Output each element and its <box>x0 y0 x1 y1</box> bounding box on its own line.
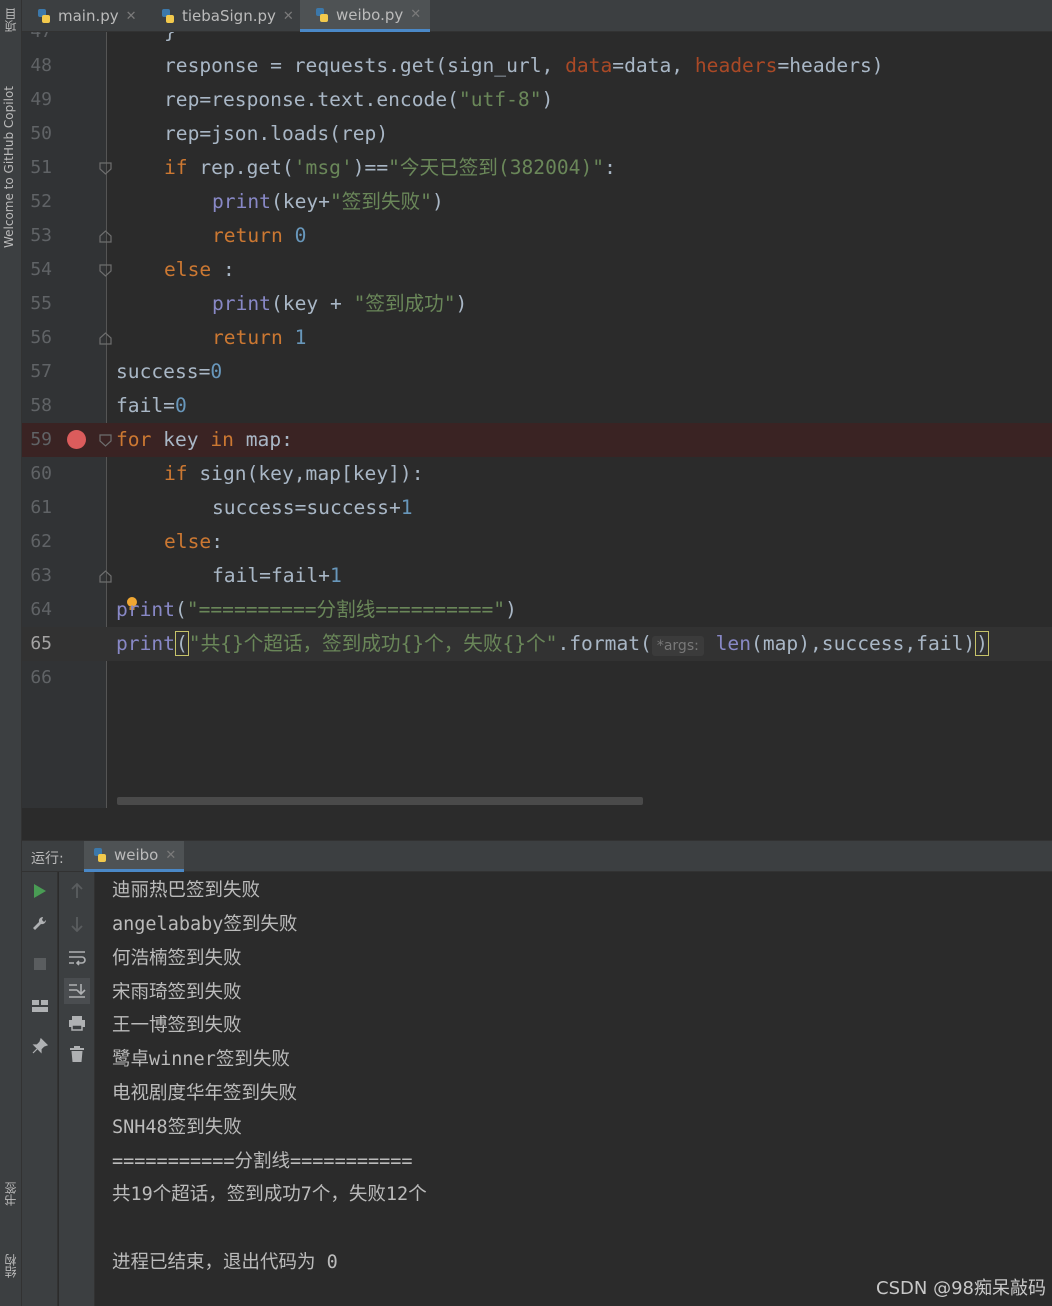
trash-icon <box>70 1046 84 1062</box>
watermark: CSDN @98痴呆敲码 <box>876 1278 1046 1299</box>
fold-end-icon[interactable] <box>99 332 112 345</box>
structure-tool-button[interactable]: 结构 <box>2 1254 19 1278</box>
fold-icon[interactable] <box>99 264 112 277</box>
breakpoint-icon[interactable] <box>67 430 86 449</box>
scroll-to-end-button[interactable] <box>64 978 90 1004</box>
python-file-icon <box>316 7 328 22</box>
code-line: 48 response = requests.get(sign_url, dat… <box>30 54 884 77</box>
scroll-to-end-icon <box>69 984 86 998</box>
code-line: 61 success=success+1 <box>30 496 413 519</box>
console-line: 共19个超话，签到成功7个，失败12个 <box>112 1184 427 1205</box>
python-file-icon <box>162 9 174 23</box>
code-line: 51 if rep.get('msg')=="今天已签到(382004)": <box>30 156 616 179</box>
python-file-icon <box>38 9 50 23</box>
code-line: 55 print(key + "签到成功") <box>30 292 468 315</box>
tab-tiebasign-py[interactable]: tiebaSign.py ✕ <box>146 0 298 32</box>
run-console[interactable]: 迪丽热巴签到失败 angelababy签到失败 何浩楠签到失败 宋雨琦签到失败 … <box>96 872 1052 1306</box>
console-line: ===========分割线=========== <box>112 1151 413 1172</box>
stop-button[interactable] <box>30 954 50 974</box>
code-editor[interactable]: 47 } 48 response = requests.get(sign_url… <box>22 32 1052 808</box>
code-line: 56 return 1 <box>30 326 307 349</box>
arrow-down-icon <box>71 917 83 932</box>
tab-weibo-py[interactable]: weibo.py ✕ <box>300 0 430 32</box>
run-tab-weibo[interactable]: weibo ✕ <box>84 841 185 872</box>
soft-wrap-button[interactable] <box>67 948 87 968</box>
horizontal-scrollbar[interactable] <box>117 797 643 805</box>
project-tool-button[interactable]: 项目 <box>2 8 19 32</box>
console-line: SNH48签到失败 <box>112 1117 242 1138</box>
close-icon[interactable]: ✕ <box>165 848 176 863</box>
code-line: 50 rep=json.loads(rep) <box>30 122 389 145</box>
run-toolbar-primary <box>22 872 58 1306</box>
scroll-up-button[interactable] <box>67 881 87 901</box>
printer-icon <box>69 1016 85 1031</box>
pin-icon <box>32 1038 48 1054</box>
layout-icon <box>32 1000 48 1012</box>
close-icon[interactable]: ✕ <box>283 9 294 24</box>
console-line: 迪丽热巴签到失败 <box>112 880 261 901</box>
code-line: 53 return 0 <box>30 224 307 247</box>
stop-icon <box>34 958 46 970</box>
print-button[interactable] <box>67 1013 87 1033</box>
console-line: 电视剧度华年签到失败 <box>112 1083 298 1104</box>
bookmarks-tool-button[interactable]: 书签 <box>2 1182 19 1206</box>
code-line: 60 if sign(key,map[key]): <box>30 462 424 485</box>
scroll-down-button[interactable] <box>67 914 87 934</box>
tab-label: weibo.py <box>336 5 404 24</box>
tab-label: tiebaSign.py <box>182 7 276 25</box>
console-line: 鹭卓winner签到失败 <box>112 1049 290 1070</box>
fold-icon[interactable] <box>99 434 112 447</box>
soft-wrap-icon <box>69 951 86 966</box>
console-line: 进程已结束，退出代码为 0 <box>112 1252 338 1273</box>
wrench-icon <box>33 916 47 930</box>
fold-end-icon[interactable] <box>99 570 112 583</box>
python-file-icon <box>94 848 106 862</box>
pin-tab-button[interactable] <box>30 1036 50 1056</box>
parameter-hint: *args: <box>651 636 704 656</box>
code-line: 57 success=0 <box>30 360 223 383</box>
console-line: angelababy签到失败 <box>112 914 298 935</box>
code-line: 62 else: <box>30 530 223 553</box>
left-tool-strip: 项目 Welcome to GitHub Copilot 书签 结构 <box>0 0 22 1306</box>
fold-icon[interactable] <box>99 162 112 175</box>
console-line: 王一博签到失败 <box>112 1015 242 1036</box>
console-line: 宋雨琦签到失败 <box>112 982 242 1003</box>
run-toolbar-secondary <box>59 872 95 1306</box>
code-line: 52 print(key+"签到失败") <box>30 190 444 213</box>
close-icon[interactable]: ✕ <box>126 9 137 24</box>
code-line: 58 fail=0 <box>30 394 187 417</box>
play-icon <box>34 884 46 898</box>
code-line: 49 rep=response.text.encode("utf-8") <box>30 88 554 111</box>
run-panel-header: 运行: weibo ✕ <box>22 840 1052 872</box>
arrow-up-icon <box>71 883 83 898</box>
code-line: 54 else : <box>30 258 235 281</box>
fold-end-icon[interactable] <box>99 230 112 243</box>
code-line: 64 print("==========分割线==========") <box>30 597 517 621</box>
edit-config-button[interactable] <box>30 914 50 934</box>
editor-tab-bar: main.py ✕ tiebaSign.py ✕ weibo.py ✕ <box>22 0 1052 32</box>
clear-all-button[interactable] <box>67 1044 87 1064</box>
run-label: 运行: <box>31 851 64 867</box>
tab-main-py[interactable]: main.py ✕ <box>22 0 146 32</box>
code-line-current: 65 print("共{}个超话，签到成功{}个，失败{}个".format(*… <box>22 627 1052 661</box>
close-icon[interactable]: ✕ <box>410 7 421 22</box>
code-line: 66 <box>30 667 52 688</box>
console-line: 何浩楠签到失败 <box>112 948 242 969</box>
code-line: 63 fail=fail+1 <box>30 564 342 587</box>
layout-button[interactable] <box>30 996 50 1016</box>
code-line: 47 } <box>22 32 1052 49</box>
code-line-breakpoint: 59 for key in map: <box>22 423 1052 457</box>
copilot-tool-button[interactable]: Welcome to GitHub Copilot <box>2 86 16 248</box>
rerun-button[interactable] <box>30 881 50 901</box>
tab-label: main.py <box>58 7 119 25</box>
